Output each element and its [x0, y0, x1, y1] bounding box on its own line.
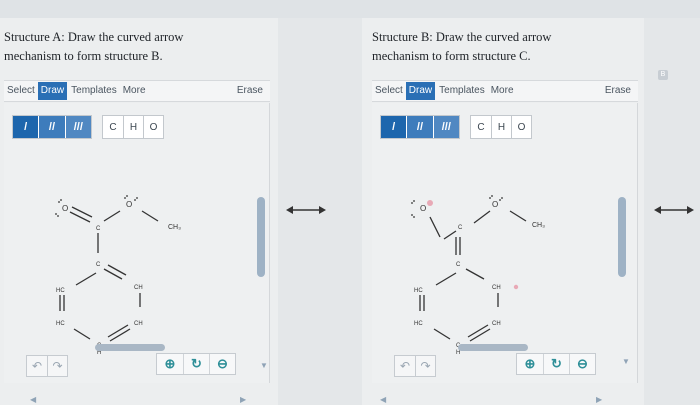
undo-icon[interactable]: ↶: [27, 356, 47, 376]
erase-tool[interactable]: Erase: [602, 82, 634, 100]
atom-label[interactable]: C: [458, 225, 463, 231]
scroll-right-icon[interactable]: ▶: [240, 395, 246, 404]
horizontal-scrollbar[interactable]: [95, 344, 165, 351]
drawing-canvas[interactable]: / // /// C H O O O CH₃ C C HC HC CH CH H…: [4, 103, 270, 404]
structure-a-panel: Structure A: Draw the curved arrow mecha…: [4, 28, 276, 404]
atom-label[interactable]: CH₃: [532, 222, 545, 229]
bond-line[interactable]: [109, 328, 131, 342]
scroll-down-icon[interactable]: ▼: [622, 357, 630, 366]
atom-label[interactable]: O: [126, 200, 132, 209]
more-tool[interactable]: More: [120, 82, 149, 100]
history-buttons: ↶ ↷: [394, 355, 436, 377]
bond-line[interactable]: [103, 210, 121, 222]
double-arrow-icon: [654, 206, 694, 214]
bond-line[interactable]: [73, 328, 91, 340]
bond-line[interactable]: [71, 206, 93, 218]
molecule-drawing[interactable]: O O CH₃ C C HC HC CH CH C H: [372, 103, 638, 383]
zoom-in-icon[interactable]: ⊕: [157, 354, 183, 374]
bond-line[interactable]: [467, 324, 489, 338]
vertical-scrollbar[interactable]: [618, 197, 626, 277]
zoom-controls: ⊕ ↻ ⊖: [156, 353, 236, 375]
prompt-line-2: mechanism to form structure B.: [4, 49, 163, 63]
atom-label[interactable]: CH: [492, 321, 501, 327]
scroll-right-icon[interactable]: ▶: [596, 395, 602, 404]
zoom-out-icon[interactable]: ⊖: [569, 354, 595, 374]
structure-b-panel: Structure B: Draw the curved arrow mecha…: [372, 28, 644, 404]
templates-tool[interactable]: Templates: [436, 82, 488, 100]
atom-label[interactable]: CH₃: [168, 224, 181, 231]
zoom-in-icon[interactable]: ⊕: [517, 354, 543, 374]
formal-charge-markers: [427, 200, 519, 290]
atom-label[interactable]: CH: [134, 321, 143, 327]
bond-line[interactable]: [103, 268, 123, 280]
draw-tool[interactable]: Draw: [37, 82, 68, 100]
prompt-line-1: Structure B: Draw the curved arrow: [372, 30, 552, 44]
bond-line[interactable]: [465, 268, 485, 280]
reset-icon[interactable]: ↻: [543, 354, 569, 374]
prompt-line-2: mechanism to form structure C.: [372, 49, 531, 63]
bond-line[interactable]: [429, 216, 441, 238]
editor-toolbar: Select Draw Templates More Erase: [4, 80, 270, 102]
editor-toolbar: Select Draw Templates More Erase: [372, 80, 638, 102]
atom-label[interactable]: C: [96, 262, 101, 268]
bond-line[interactable]: [443, 230, 457, 240]
atom-label[interactable]: O: [62, 204, 68, 213]
atom-label[interactable]: C: [456, 262, 461, 268]
bond-line[interactable]: [473, 210, 491, 224]
bond-line[interactable]: [107, 264, 127, 276]
atom-label[interactable]: HC: [414, 288, 423, 294]
zoom-out-icon[interactable]: ⊖: [209, 354, 235, 374]
select-tool[interactable]: Select: [4, 82, 38, 100]
templates-tool[interactable]: Templates: [68, 82, 120, 100]
bond-line[interactable]: [509, 210, 527, 222]
redo-icon[interactable]: ↷: [47, 356, 67, 376]
atom-label[interactable]: CH: [492, 285, 501, 291]
history-buttons: ↶ ↷: [26, 355, 68, 377]
select-tool[interactable]: Select: [372, 82, 406, 100]
prompt-line-1: Structure A: Draw the curved arrow: [4, 30, 184, 44]
reset-icon[interactable]: ↻: [183, 354, 209, 374]
scroll-left-icon[interactable]: ◀: [380, 395, 386, 404]
atom-label[interactable]: HC: [56, 321, 65, 327]
vertical-scrollbar[interactable]: [257, 197, 265, 277]
more-tool[interactable]: More: [488, 82, 517, 100]
horizontal-scrollbar[interactable]: [458, 344, 528, 351]
prompt-text: Structure A: Draw the curved arrow mecha…: [4, 28, 274, 66]
side-handle-icon[interactable]: B: [658, 70, 668, 80]
molecule-drawing[interactable]: O O CH₃ C C HC HC CH CH C H: [4, 103, 270, 383]
drawing-canvas[interactable]: / // /// C H O O O CH₃ C C HC HC CH CH H…: [372, 103, 638, 404]
bond-line[interactable]: [107, 324, 129, 338]
zoom-controls: ⊕ ↻ ⊖: [516, 353, 596, 375]
atom-label[interactable]: C: [96, 226, 101, 232]
double-arrow-icon: [286, 206, 326, 214]
bond-line[interactable]: [69, 211, 91, 223]
bond-line[interactable]: [75, 272, 97, 286]
undo-icon[interactable]: ↶: [395, 356, 415, 376]
atom-label[interactable]: HC: [414, 321, 423, 327]
bond-line[interactable]: [433, 328, 451, 340]
bond-line[interactable]: [469, 328, 491, 342]
top-strip: [0, 0, 700, 18]
atom-label[interactable]: CH: [134, 285, 143, 291]
atom-label[interactable]: O: [492, 200, 498, 209]
redo-icon[interactable]: ↷: [415, 356, 435, 376]
erase-tool[interactable]: Erase: [234, 82, 266, 100]
prompt-text: Structure B: Draw the curved arrow mecha…: [372, 28, 642, 66]
bond-line[interactable]: [435, 272, 457, 286]
scroll-down-icon[interactable]: ▼: [260, 361, 268, 370]
draw-tool[interactable]: Draw: [405, 82, 436, 100]
atom-label[interactable]: HC: [56, 288, 65, 294]
atom-label[interactable]: O: [420, 204, 426, 213]
bond-line[interactable]: [141, 210, 159, 222]
scroll-left-icon[interactable]: ◀: [30, 395, 36, 404]
